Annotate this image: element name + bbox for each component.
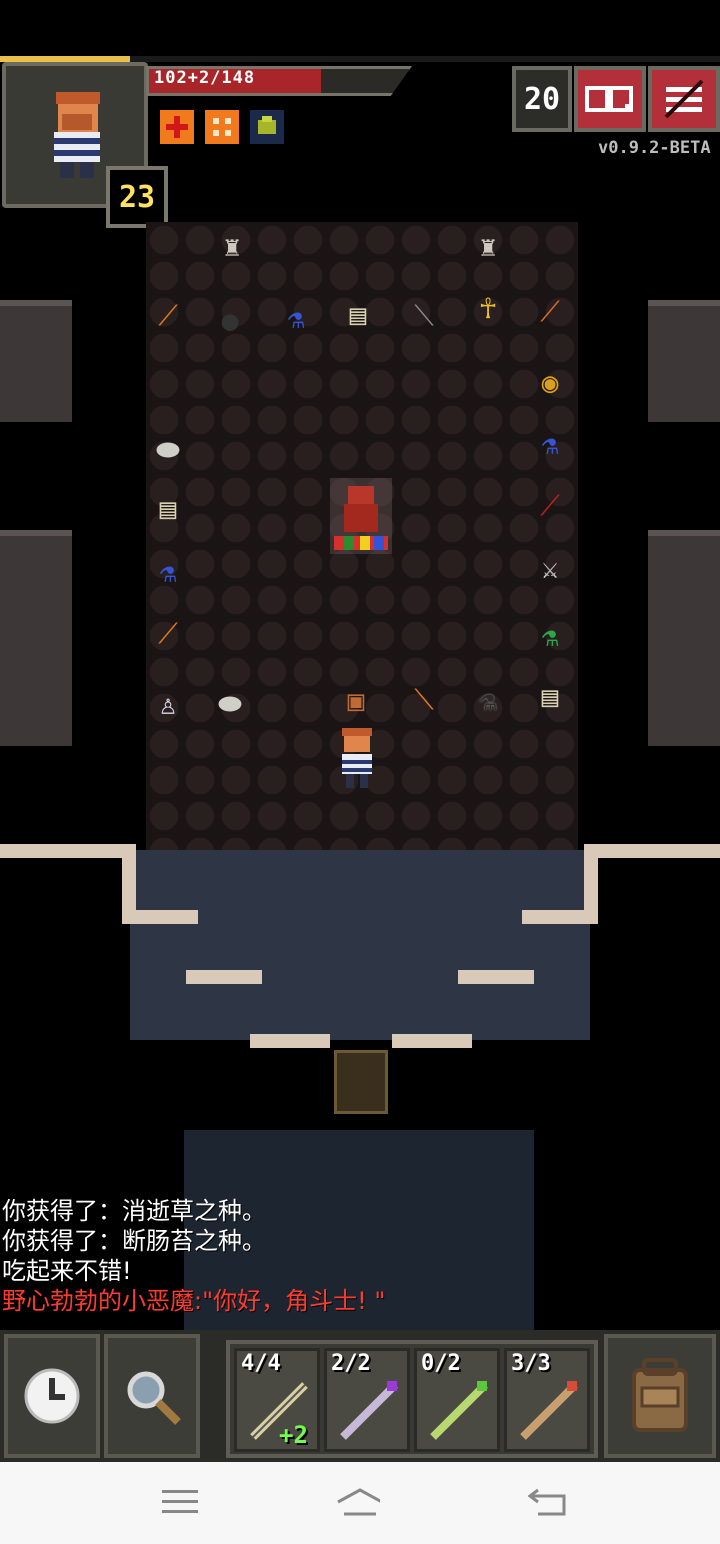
charges-label: 4/4 — [241, 1351, 281, 1376]
imp-npc[interactable] — [330, 478, 392, 554]
wand-icon — [520, 1381, 578, 1440]
version-label: v0.9.2-BETA — [598, 138, 711, 158]
depth-indicator[interactable]: 20 — [512, 66, 572, 132]
clock-icon — [24, 1368, 80, 1424]
wall-pillar — [0, 300, 72, 422]
journal-button[interactable] — [574, 66, 646, 132]
charges-label: 3/3 — [511, 1351, 551, 1376]
wand-icon — [340, 1381, 398, 1440]
tombstone-icon[interactable]: ▤ — [148, 488, 188, 528]
scroll-icon[interactable]: ▤ — [530, 676, 570, 716]
hero-character — [334, 726, 380, 790]
home-icon[interactable] — [336, 1482, 380, 1522]
log-line: 你获得了：消逝草之种。 — [2, 1197, 266, 1225]
potion-green-icon[interactable]: ⚗ — [530, 616, 570, 656]
potion-blue-icon[interactable]: ⚗ — [530, 424, 570, 464]
journal-icon — [585, 86, 633, 112]
magnifier-icon — [127, 1371, 181, 1425]
search-button[interactable] — [104, 1334, 200, 1458]
scroll-icon[interactable]: ▤ — [338, 294, 378, 334]
quickslot-1[interactable]: 4/4 +2 — [234, 1348, 320, 1452]
stone-wall — [0, 844, 136, 858]
shield-buff-icon[interactable] — [205, 110, 239, 144]
backpack-icon — [632, 1358, 688, 1432]
stone-icon[interactable]: ⬬ — [148, 430, 188, 470]
quickslot-3[interactable]: 0/2 — [414, 1348, 500, 1452]
trident-icon[interactable]: ⟋ — [530, 292, 570, 332]
quickslot-2[interactable]: 2/2 — [324, 1348, 410, 1452]
statue-icon: ♜ — [223, 229, 241, 263]
dungeon-door[interactable] — [334, 1050, 388, 1114]
potion-blue-icon[interactable]: ⚗ — [148, 552, 188, 592]
torch-icon[interactable]: ⟋ — [148, 614, 188, 654]
heal-buff-icon[interactable] — [160, 110, 194, 144]
stone-wall — [458, 970, 534, 984]
menu-icon — [664, 79, 704, 119]
menu-button[interactable] — [648, 66, 720, 132]
sword-icon[interactable]: ⚔ — [530, 548, 570, 588]
stone-wall — [122, 910, 198, 924]
bomb-icon[interactable]: ● — [210, 300, 250, 340]
statue-icon: ♜ — [479, 229, 497, 263]
quickslot-4[interactable]: 3/3 — [504, 1348, 590, 1452]
log-line: 吃起来不错! — [2, 1257, 132, 1285]
water-floor[interactable] — [130, 850, 590, 1040]
ooze-debuff-icon[interactable] — [250, 110, 284, 144]
wand-icon[interactable]: ⟍ — [404, 296, 444, 336]
wand-icon — [430, 1381, 488, 1440]
stone-wall — [522, 910, 598, 924]
message-log: 你获得了：消逝草之种。 你获得了：断肠苔之种。 吃起来不错! 野心勃勃的小恶魔:… — [2, 1196, 702, 1316]
honeypot-icon[interactable]: ◉ — [530, 362, 570, 402]
stone-wall — [392, 1034, 472, 1048]
upgrade-bonus: +2 — [279, 1421, 308, 1449]
wall-pillar — [648, 530, 720, 746]
stone-wall — [584, 844, 720, 858]
potion-blue-icon[interactable]: ⚗ — [276, 298, 316, 338]
stone-icon[interactable]: ⬬ — [210, 684, 250, 724]
chest-icon[interactable]: ▣ — [336, 680, 376, 720]
wall-pillar — [0, 530, 72, 746]
wait-button[interactable] — [4, 1334, 100, 1458]
log-line-imp-speech: 野心勃勃的小恶魔:"你好，角斗士! " — [2, 1287, 386, 1315]
torch-icon[interactable]: ⟋ — [148, 296, 188, 336]
stone-wall — [250, 1034, 330, 1048]
charges-label: 0/2 — [421, 1351, 461, 1376]
health-text: 102+2/148 — [154, 68, 256, 88]
charges-label: 2/2 — [331, 1351, 371, 1376]
hero-level: 23 — [106, 166, 168, 228]
wall-pillar — [648, 300, 720, 422]
menu-lines-icon[interactable] — [158, 1482, 202, 1522]
torch-icon[interactable]: ⟍ — [404, 680, 444, 720]
log-line: 你获得了：断肠苔之种。 — [2, 1227, 266, 1255]
potion-black-icon[interactable]: ⚗ — [468, 680, 508, 720]
spear-icon[interactable]: ⟋ — [530, 486, 570, 526]
stone-wall — [186, 970, 262, 984]
armor-icon[interactable]: ♙ — [148, 684, 188, 724]
back-icon[interactable] — [526, 1482, 570, 1522]
backpack-button[interactable] — [604, 1334, 716, 1458]
ankh-icon[interactable]: ☥ — [468, 288, 508, 328]
